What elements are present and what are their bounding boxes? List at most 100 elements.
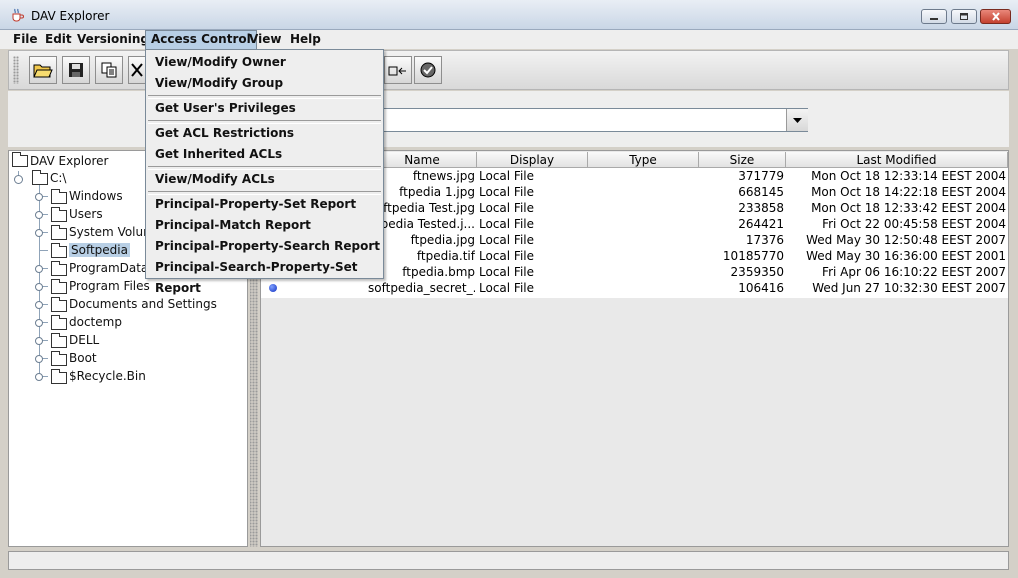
copy-button[interactable] xyxy=(95,56,123,84)
tree-node-recycle-bin[interactable]: $Recycle.Bin xyxy=(69,367,146,385)
tree-node-doctemp[interactable]: doctemp xyxy=(69,313,122,331)
menu-item-get-user-s-privileges[interactable]: Get User's Privileges xyxy=(146,98,383,119)
cell-name: ftpedia Tested.j... xyxy=(371,217,475,231)
tree-node-program-files[interactable]: Program Files xyxy=(69,277,150,295)
open-button[interactable] xyxy=(29,56,57,84)
cut-button[interactable] xyxy=(128,56,146,84)
menu-item-get-inherited-acls[interactable]: Get Inherited ACLs xyxy=(146,144,383,165)
minimize-icon xyxy=(930,18,938,20)
cell-type xyxy=(590,216,698,232)
lock-button[interactable] xyxy=(384,56,412,84)
minimize-button[interactable] xyxy=(921,9,947,24)
cut-icon xyxy=(131,63,143,77)
expander-closed-icon[interactable] xyxy=(35,211,43,219)
tree-node-label: DAV Explorer xyxy=(30,154,109,168)
status-bar xyxy=(8,551,1009,570)
menu-item-principal-property-set-report[interactable]: Principal-Property-Set Report xyxy=(146,194,383,215)
cell-name: ftpedia.bmp xyxy=(402,265,475,279)
maximize-button[interactable] xyxy=(951,9,977,24)
column-header-display[interactable]: Display xyxy=(477,152,588,168)
tree-node-windows[interactable]: Windows xyxy=(69,187,123,205)
lock-icon xyxy=(388,66,406,76)
tree-node-drive[interactable]: C:\ xyxy=(50,169,66,187)
tree-node-users[interactable]: Users xyxy=(69,205,103,223)
tree-node-programdata[interactable]: ProgramData xyxy=(69,259,148,277)
tree-node-label: Documents and Settings xyxy=(69,297,217,311)
column-header-name[interactable]: Name xyxy=(368,152,477,168)
cell-type xyxy=(590,200,698,216)
toolbar-grip[interactable] xyxy=(13,56,19,84)
cell-name: ftpedia.tif xyxy=(416,249,475,263)
tree-node-label: Softpedia xyxy=(69,243,130,257)
tree-node-boot[interactable]: Boot xyxy=(69,349,97,367)
menu-item-get-acl-restrictions[interactable]: Get ACL Restrictions xyxy=(146,123,383,144)
chevron-down-icon xyxy=(793,118,802,123)
menu-item-view-modify-owner[interactable]: View/Modify Owner xyxy=(146,52,383,73)
cell-last-modified: Mon Oct 18 12:33:42 EEST 2004 xyxy=(811,201,1006,215)
column-header-size[interactable]: Size xyxy=(699,152,786,168)
menu-versioning[interactable]: Versioning xyxy=(72,30,154,49)
folder-tab xyxy=(51,315,60,319)
tree-node-root[interactable]: DAV Explorer xyxy=(30,152,108,170)
close-button[interactable] xyxy=(980,9,1011,24)
menu-item-principal-search-property-set-report[interactable]: Principal-Search-Property-Set Report xyxy=(146,257,383,295)
open-folder-icon xyxy=(33,64,53,78)
menu-file[interactable]: File xyxy=(8,30,43,49)
expander-closed-icon[interactable] xyxy=(35,337,43,345)
cell-size: 10185770 xyxy=(722,249,784,263)
tree-node-softpedia[interactable]: Softpedia xyxy=(69,241,130,259)
expander-closed-icon[interactable] xyxy=(35,265,43,273)
cell-size: 233858 xyxy=(738,201,784,215)
menu-item-view-modify-group[interactable]: View/Modify Group xyxy=(146,73,383,94)
folder-tab xyxy=(51,333,60,337)
menu-item-view-modify-acls[interactable]: View/Modify ACLs xyxy=(146,169,383,190)
folder-tab xyxy=(51,189,60,193)
expander-closed-icon[interactable] xyxy=(35,319,43,327)
folder-tab xyxy=(32,170,41,174)
folder-tab xyxy=(51,225,60,229)
url-combobox[interactable] xyxy=(381,108,808,132)
cell-type xyxy=(590,184,698,200)
maximize-icon xyxy=(960,13,968,20)
tree-node-dell[interactable]: DELL xyxy=(69,331,99,349)
menu-help[interactable]: Help xyxy=(285,30,326,49)
title-bar[interactable] xyxy=(0,0,1018,30)
folder-icon xyxy=(51,369,67,384)
url-dropdown-button[interactable] xyxy=(786,109,808,131)
cell-size: 264421 xyxy=(738,217,784,231)
tree-node-system-volum[interactable]: System Volum xyxy=(69,223,155,241)
tree-node-label: $Recycle.Bin xyxy=(69,369,146,383)
expander-closed-icon[interactable] xyxy=(35,355,43,363)
save-button[interactable] xyxy=(62,56,90,84)
folder-tab xyxy=(51,297,60,301)
folder-icon xyxy=(51,261,67,276)
tree-line xyxy=(39,250,48,251)
cell-last-modified: Wed May 30 16:36:00 EEST 2001 xyxy=(806,249,1006,263)
expander-closed-icon[interactable] xyxy=(35,283,43,291)
column-header-last-modified[interactable]: Last Modified xyxy=(786,152,1008,168)
cell-display: Local File xyxy=(479,233,534,247)
tree-node-label: DELL xyxy=(69,333,100,347)
access-control-menu: View/Modify Owner View/Modify Group Get Us… xyxy=(145,49,384,295)
cell-display: Local File xyxy=(479,249,534,263)
folder-icon xyxy=(51,333,67,348)
cell-last-modified: Fri Oct 22 00:45:58 EEST 2004 xyxy=(822,217,1006,231)
expander-closed-icon[interactable] xyxy=(35,373,43,381)
cell-type xyxy=(590,248,698,264)
menu-item-principal-property-search-report[interactable]: Principal-Property-Search Report xyxy=(146,236,383,257)
column-header-type[interactable]: Type xyxy=(588,152,699,168)
table-row[interactable]: softpedia_secret_... Local File 106416 Wed … xyxy=(261,280,1008,296)
cell-name: ftpedia.jpg xyxy=(410,233,475,247)
expander-closed-icon[interactable] xyxy=(35,301,43,309)
copy-icon xyxy=(101,62,117,78)
folder-tab xyxy=(51,243,60,247)
menu-access-control[interactable]: Access Control xyxy=(145,30,257,49)
expander-closed-icon[interactable] xyxy=(35,229,43,237)
drive-folder-icon xyxy=(32,170,48,185)
menu-item-principal-match-report[interactable]: Principal-Match Report xyxy=(146,215,383,236)
expander-open-icon[interactable] xyxy=(14,175,23,184)
expander-closed-icon[interactable] xyxy=(35,193,43,201)
unlock-button[interactable] xyxy=(414,56,442,84)
cell-size: 106416 xyxy=(738,281,784,295)
menu-view[interactable]: View xyxy=(244,30,286,49)
